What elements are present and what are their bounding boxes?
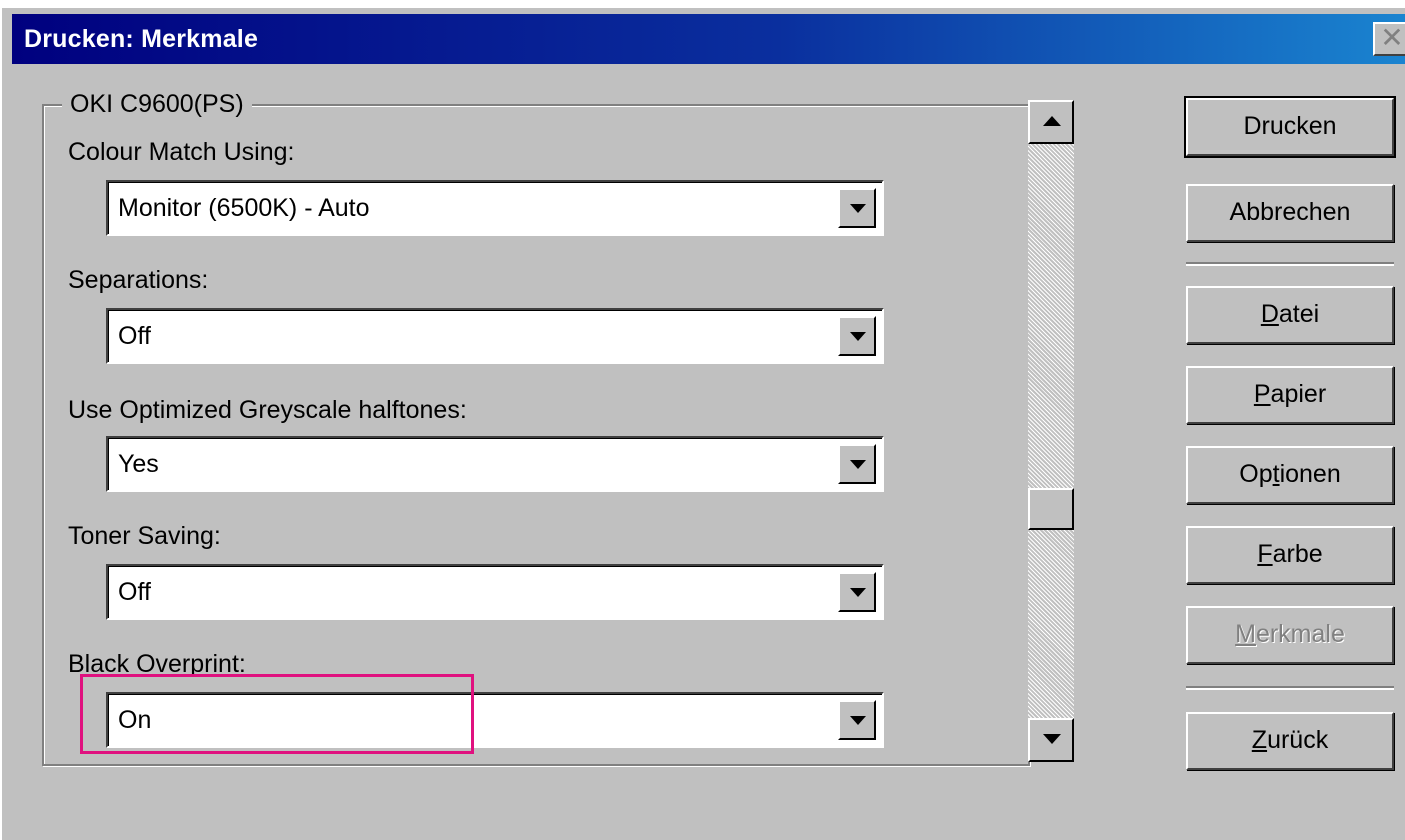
options-label-rest: ionen	[1279, 460, 1341, 488]
black-overprint-value: On	[118, 706, 152, 734]
features-label-rest: erkmale	[1255, 620, 1345, 648]
features-accel: M	[1235, 620, 1256, 648]
window-top-edge	[0, 0, 1405, 8]
options-accel: t	[1272, 460, 1280, 488]
black-overprint-dropdown[interactable]: On	[106, 692, 884, 748]
options-label-pre: Op	[1239, 460, 1273, 488]
title-bar[interactable]: Drucken: Merkmale ✕	[12, 14, 1405, 64]
chevron-down-icon[interactable]	[838, 316, 876, 356]
file-label-rest: atei	[1278, 300, 1320, 328]
paper-button[interactable]: Papier	[1186, 366, 1394, 424]
window-title: Drucken: Merkmale	[24, 25, 259, 53]
file-button[interactable]: Datei	[1186, 286, 1394, 344]
toner-saving-dropdown[interactable]: Off	[106, 564, 884, 620]
options-button[interactable]: Optionen	[1186, 446, 1394, 504]
cancel-button[interactable]: Abbrechen	[1186, 184, 1394, 242]
chevron-down-icon[interactable]	[838, 572, 876, 612]
arrow-up-icon[interactable]	[1028, 100, 1074, 144]
group-title: OKI C9600(PS)	[62, 90, 252, 119]
arrow-down-icon[interactable]	[1028, 718, 1074, 762]
colour-match-dropdown[interactable]: Monitor (6500K) - Auto	[106, 180, 884, 236]
cancel-button-label: Abbrechen	[1229, 198, 1351, 226]
colour-match-label: Colour Match Using:	[68, 138, 295, 166]
scrollbar-thumb[interactable]	[1028, 488, 1074, 530]
toner-saving-value: Off	[118, 578, 151, 606]
color-accel: F	[1257, 540, 1273, 568]
greyscale-halftones-dropdown[interactable]: Yes	[106, 436, 884, 492]
chevron-down-icon[interactable]	[838, 188, 876, 228]
separations-label: Separations:	[68, 266, 209, 294]
greyscale-halftones-value: Yes	[118, 450, 159, 478]
chevron-down-icon[interactable]	[838, 700, 876, 740]
black-overprint-label: Black Overprint:	[68, 650, 246, 678]
colour-match-value: Monitor (6500K) - Auto	[118, 194, 370, 222]
back-button[interactable]: Zurück	[1186, 712, 1394, 770]
chevron-down-icon[interactable]	[838, 444, 876, 484]
print-button-label: Drucken	[1243, 112, 1337, 140]
file-accel: D	[1260, 300, 1279, 328]
window-left-edge	[0, 8, 10, 840]
features-button: Merkmale	[1186, 606, 1394, 664]
paper-accel: P	[1253, 380, 1271, 408]
color-button[interactable]: Farbe	[1186, 526, 1394, 584]
back-accel: Z	[1251, 726, 1268, 754]
features-scrollbar[interactable]	[1028, 100, 1074, 762]
back-label-rest: urück	[1267, 726, 1329, 754]
separations-dropdown[interactable]: Off	[106, 308, 884, 364]
print-button[interactable]: Drucken	[1184, 96, 1396, 158]
close-icon[interactable]: ✕	[1373, 22, 1405, 56]
button-separator	[1186, 262, 1394, 266]
color-label-rest: arbe	[1272, 540, 1323, 568]
toner-saving-label: Toner Saving:	[68, 522, 221, 550]
separations-value: Off	[118, 322, 151, 350]
paper-label-rest: apier	[1270, 380, 1327, 408]
button-separator	[1186, 686, 1394, 690]
greyscale-halftones-label: Use Optimized Greyscale halftones:	[68, 396, 467, 424]
